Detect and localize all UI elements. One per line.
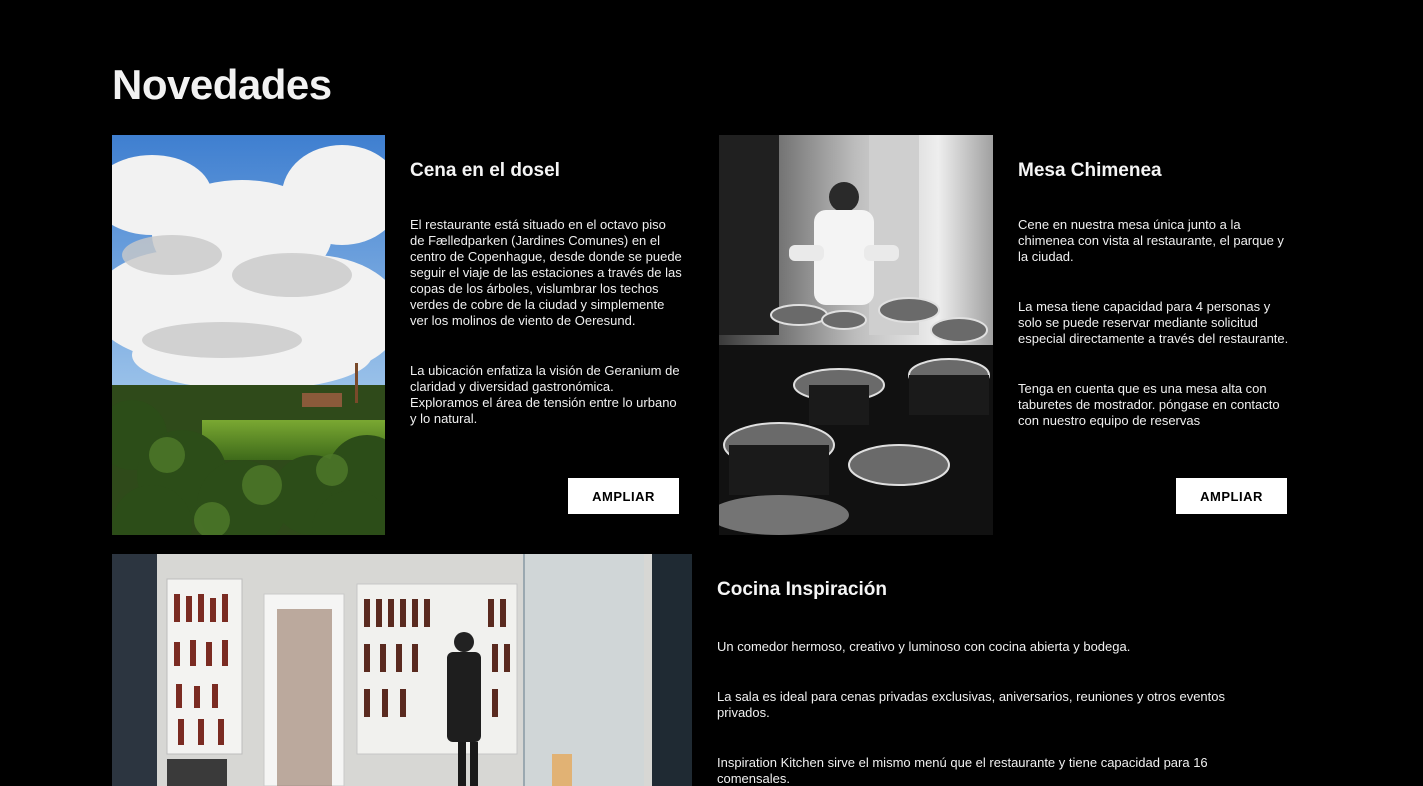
card-paragraph: La ubicación enfatiza la visión de Geran… bbox=[410, 363, 680, 426]
card-title: Cocina Inspiración bbox=[717, 579, 887, 600]
ampliar-button[interactable]: AMPLIAR bbox=[568, 478, 679, 514]
card-paragraph: Inspiration Kitchen sirve el mismo menú … bbox=[717, 755, 1208, 786]
canopy-dining-image bbox=[112, 135, 385, 535]
card-title: Cena en el dosel bbox=[410, 160, 560, 181]
card-title: Mesa Chimenea bbox=[1018, 160, 1162, 181]
card-description: Cene en nuestra mesa única junto a la ch… bbox=[1018, 217, 1290, 429]
card-paragraph: Tenga en cuenta que es una mesa alta con… bbox=[1018, 381, 1280, 428]
card-description: Un comedor hermoso, creativo y luminoso … bbox=[717, 639, 1277, 786]
card-paragraph: Un comedor hermoso, creativo y luminoso … bbox=[717, 639, 1131, 654]
card-description: El restaurante está situado en el octavo… bbox=[410, 217, 682, 427]
page: Novedades Cena en el dosel El restaurant… bbox=[0, 0, 1423, 786]
card-paragraph: La sala es ideal para cenas privadas exc… bbox=[717, 689, 1225, 720]
chef-kitchen-image bbox=[719, 135, 993, 535]
inspiration-kitchen-image bbox=[112, 554, 692, 786]
section-title: Novedades bbox=[112, 61, 332, 108]
ampliar-button[interactable]: AMPLIAR bbox=[1176, 478, 1287, 514]
card-paragraph: Cene en nuestra mesa única junto a la ch… bbox=[1018, 217, 1284, 264]
card-paragraph: El restaurante está situado en el octavo… bbox=[410, 217, 682, 328]
card-paragraph: La mesa tiene capacidad para 4 personas … bbox=[1018, 299, 1289, 346]
